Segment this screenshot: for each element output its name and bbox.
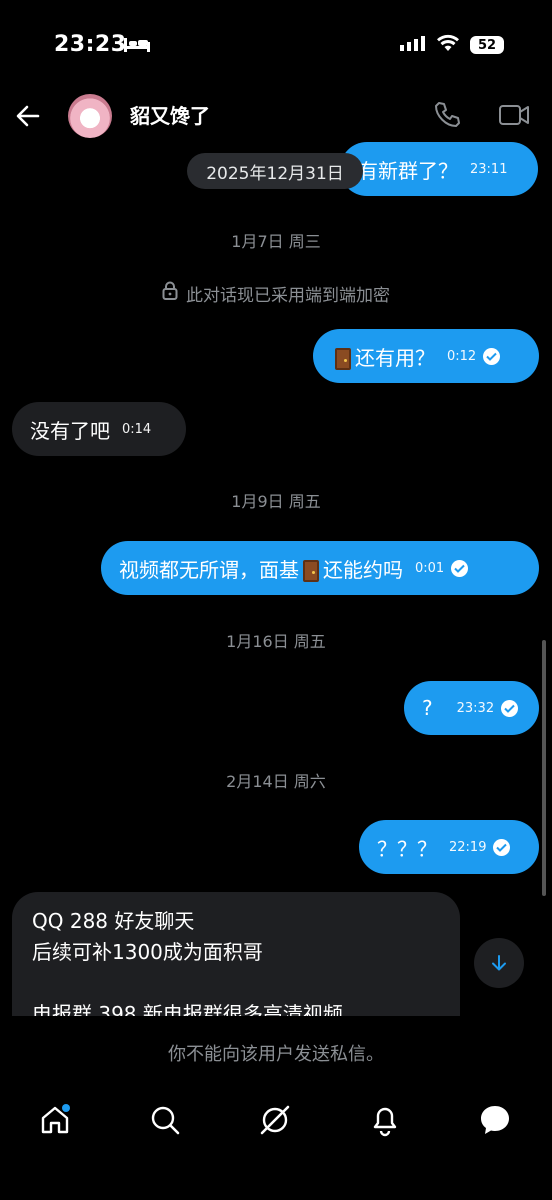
door-emoji-icon [303, 560, 319, 582]
back-button[interactable] [14, 102, 42, 130]
home-icon [41, 1104, 70, 1134]
cannot-message-notice: 你不能向该用户发送私信。 [168, 1044, 384, 1065]
message-out[interactable]: 视频都无所谓，面基 还能约吗 0:01 [101, 541, 539, 595]
message-time: 0:12 [447, 348, 477, 364]
read-check-icon [493, 838, 511, 856]
encryption-notice: 此对话现已采用端到端加密 [0, 281, 552, 306]
message-time: 23:11 [470, 161, 508, 177]
wifi-icon [436, 34, 460, 56]
message-time: 23:32 [456, 700, 495, 716]
message-time: 0:01 [415, 560, 445, 576]
message-text: 没有了吧 [30, 418, 110, 443]
date-separator: 1月9日 周五 [231, 492, 321, 511]
message-line: QQ 288 好友聊天 [32, 909, 195, 933]
nav-notifications[interactable] [365, 1100, 405, 1140]
encryption-text: 此对话现已采用端到端加密 [186, 286, 390, 306]
read-check-icon [501, 699, 519, 717]
divider [0, 1016, 552, 1017]
message-line: 后续可补1300成为面积哥 [32, 940, 263, 964]
sleep-icon [124, 36, 150, 56]
message-line: 电报群 398 新电报群很多高清视频 [32, 1002, 343, 1016]
signal-icon [400, 35, 426, 55]
read-check-icon [451, 559, 469, 577]
nav-messages[interactable] [475, 1100, 515, 1140]
message-text: ？？？ [377, 836, 437, 861]
message-in[interactable]: 没有了吧 0:14 [12, 402, 186, 456]
pinned-date-text: 2025年12月31日 [206, 163, 344, 184]
arrow-down-icon [492, 955, 506, 971]
chat-bubble-icon [481, 1106, 509, 1134]
message-time: 22:19 [449, 839, 487, 855]
message-text: 还有用？ [331, 342, 435, 371]
message-in-long[interactable]: QQ 288 好友聊天 后续可补1300成为面积哥 电报群 398 新电报群很多… [12, 892, 460, 1016]
pinned-date-chip: 2025年12月31日 [187, 153, 363, 189]
lock-icon [162, 281, 178, 306]
date-separator: 1月7日 周三 [231, 232, 321, 251]
phone-icon[interactable] [432, 100, 462, 134]
nav-search[interactable] [145, 1100, 185, 1140]
grok-icon [260, 1105, 290, 1135]
conversation-title[interactable]: 貂又馋了 [130, 100, 210, 129]
message-out[interactable]: ? 23:32 [404, 681, 539, 735]
video-call-icon[interactable] [498, 102, 530, 132]
bell-icon [373, 1107, 397, 1137]
message-text: 有新群了？ [358, 158, 458, 183]
nav-grok[interactable] [255, 1100, 295, 1140]
message-text: ? [422, 696, 433, 720]
message-out[interactable]: 有新群了？ 23:11 [340, 142, 538, 196]
read-check-icon [483, 347, 501, 365]
door-emoji-icon [335, 348, 351, 370]
scroll-to-bottom-button[interactable] [474, 938, 524, 988]
status-time: 23:23 [54, 32, 127, 57]
message-text: 视频都无所谓，面基 还能约吗 [119, 557, 403, 582]
message-line [32, 968, 440, 999]
message-out[interactable]: ？？？ 22:19 [359, 820, 539, 874]
search-icon [151, 1106, 180, 1135]
message-time: 0:14 [122, 421, 152, 437]
message-clip: QQ 288 好友聊天 后续可补1300成为面积哥 电报群 398 新电报群很多… [0, 892, 552, 1016]
date-separator: 2月14日 周六 [226, 772, 326, 791]
avatar[interactable] [68, 94, 112, 138]
status-right: 52 [400, 34, 504, 56]
battery-indicator: 52 [470, 36, 504, 54]
scrollbar[interactable] [542, 640, 546, 896]
nav-home[interactable] [35, 1100, 75, 1140]
message-out[interactable]: 还有用？ 0:12 [313, 329, 539, 383]
date-separator: 1月16日 周五 [226, 632, 326, 651]
